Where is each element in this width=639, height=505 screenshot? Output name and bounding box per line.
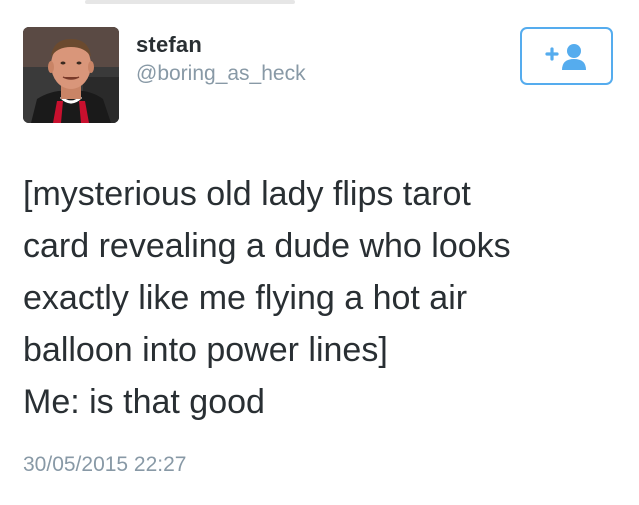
tweet-line: card revealing a dude who looks [23, 227, 511, 265]
tweet-card: stefan @boring_as_heck [mysterious old l… [0, 0, 639, 505]
avatar[interactable] [23, 27, 119, 123]
previous-tweet-edge [85, 0, 295, 4]
tweet-timestamp[interactable]: 30/05/2015 22:27 [23, 453, 187, 477]
add-user-icon [544, 44, 586, 70]
user-handle[interactable]: @boring_as_heck [136, 62, 306, 86]
tweet-line: Me: is that good [23, 383, 265, 421]
tweet-line: exactly like me flying a hot air [23, 279, 468, 317]
display-name[interactable]: stefan [136, 32, 202, 58]
tweet-text: [mysterious old lady flips tarot card re… [23, 168, 623, 428]
follow-button[interactable] [520, 27, 613, 85]
tweet-line: balloon into power lines] [23, 331, 388, 369]
avatar-photo [23, 27, 119, 123]
tweet-line: [mysterious old lady flips tarot [23, 175, 471, 213]
